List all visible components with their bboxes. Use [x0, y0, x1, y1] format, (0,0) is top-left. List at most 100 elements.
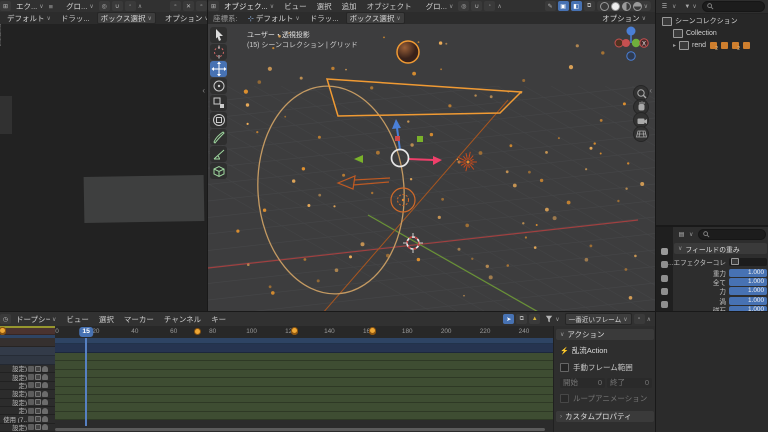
editor-divider[interactable] — [656, 225, 768, 227]
action-name[interactable]: 乱流Action — [572, 345, 608, 356]
outliner-item-label[interactable]: シーンコレクション — [675, 16, 738, 26]
manual-range-checkbox[interactable] — [560, 363, 569, 372]
viewport-menu-2[interactable]: 追加 — [337, 1, 362, 12]
keyframe[interactable] — [194, 328, 201, 335]
tool-drag-label[interactable]: ドラッ... — [305, 13, 344, 24]
errors-filter-icon[interactable]: ▲ — [529, 314, 540, 324]
wrench-icon[interactable] — [28, 424, 34, 430]
editor-divider[interactable] — [0, 311, 768, 312]
xray-icon[interactable]: ⧉ — [584, 1, 595, 11]
outliner-row[interactable]: シーンコレクション — [662, 15, 768, 27]
keyframe[interactable] — [369, 327, 376, 334]
proportional-edit-icon[interactable]: ◦ — [125, 1, 136, 11]
channel-name-fcurve[interactable]: 定) — [0, 407, 55, 415]
left-tool-drag[interactable]: ドラッ... — [56, 13, 95, 24]
properties-tab-scene[interactable] — [656, 298, 673, 311]
properties-tab-view-layer[interactable] — [656, 285, 673, 298]
horizontal-scrollbar[interactable] — [55, 428, 545, 431]
sphere-object[interactable] — [397, 41, 419, 63]
current-frame-badge[interactable]: 15 — [79, 327, 93, 337]
left-orientation-dropdown[interactable]: グロ...∨ — [63, 1, 97, 12]
viewport-menu-1[interactable]: 選択 — [312, 1, 337, 12]
only-selected-icon[interactable]: ➤ — [503, 314, 514, 324]
ghost-icon[interactable] — [42, 399, 48, 405]
left-mode-dropdown[interactable]: エク...∨ — [13, 1, 47, 12]
tool-add-cube[interactable] — [210, 163, 227, 179]
tool-fallback-dropdown[interactable]: ⊹デフォルト∨ — [245, 13, 303, 24]
channel-name-object[interactable] — [0, 347, 55, 356]
outliner-search-input[interactable] — [702, 1, 765, 12]
dopesheet-menu-3[interactable]: チャンネル — [159, 314, 206, 325]
ghost-icon[interactable] — [42, 424, 48, 430]
proportional-falloff-caret[interactable]: ∧ — [138, 3, 142, 10]
proportional-falloff-caret[interactable]: ∧ — [497, 3, 501, 10]
overlay-toggle-icon[interactable]: ◧ — [571, 1, 582, 11]
slider-力[interactable]: 1.000 — [729, 287, 767, 295]
properties-search-input[interactable] — [698, 229, 766, 240]
show-hidden-icon[interactable]: ⧉ — [516, 314, 527, 324]
channel-name-fcurve[interactable]: 設定) — [0, 399, 55, 407]
snap-magnet-icon[interactable]: ∪ — [112, 1, 123, 11]
proportional-icon[interactable]: ▫ — [634, 314, 645, 324]
data-block-icon[interactable] — [721, 42, 728, 49]
gizmo-toggle-icon[interactable]: ▣ — [558, 1, 569, 11]
ghost-icon[interactable] — [42, 366, 48, 372]
tool-scale[interactable] — [210, 95, 227, 111]
editor-type-icon[interactable]: ⊞ — [208, 1, 219, 11]
pivot-icon[interactable]: ◎ — [458, 1, 469, 11]
wrench-icon[interactable] — [28, 399, 34, 405]
dopesheet-menu-2[interactable]: マーカー — [119, 314, 159, 325]
check-icon[interactable] — [35, 399, 41, 405]
check-icon[interactable] — [35, 382, 41, 388]
filter-funnel-dropdown[interactable]: ∨ — [542, 315, 562, 323]
hamburger-icon[interactable]: ≡ — [49, 2, 53, 11]
shading-wireframe-icon[interactable] — [600, 2, 609, 11]
gizmo-toggle-icon[interactable]: ▫ — [170, 1, 181, 11]
options-dropdown[interactable]: オプション∨ — [599, 13, 649, 24]
annotate-visibility-icon[interactable]: ✎ — [545, 1, 556, 11]
tool-cursor[interactable] — [210, 44, 227, 60]
slider-重力[interactable]: 1.000 — [729, 269, 767, 277]
channel-name-action[interactable] — [0, 356, 55, 365]
tool-measure[interactable] — [210, 146, 227, 162]
slider-全て[interactable]: 1.000 — [729, 278, 767, 286]
filter-caret[interactable]: ∧ — [647, 316, 651, 323]
outliner-row[interactable]: Collection — [673, 27, 768, 39]
dopesheet-menu-4[interactable]: キー — [206, 314, 231, 325]
effector-collection-field[interactable] — [729, 258, 767, 266]
editor-type-icon[interactable]: ◷ — [0, 314, 11, 324]
end-frame-field[interactable]: 終了0 — [607, 378, 652, 388]
check-icon[interactable] — [35, 408, 41, 414]
dopesheet-menu-0[interactable]: ビュー — [61, 314, 94, 325]
expander-icon[interactable]: ▸ — [673, 42, 676, 49]
channel-name-fcurve[interactable]: 設定) — [0, 424, 55, 432]
wrench-icon[interactable] — [28, 366, 34, 372]
box-select-dropdown[interactable]: ボックス選択∨ — [346, 12, 405, 24]
tool-annotate[interactable] — [210, 129, 227, 145]
region-collapse-arrow[interactable]: ‹ — [202, 86, 205, 95]
editor-type-icon[interactable]: ⊞ — [0, 1, 11, 11]
outliner-item-label[interactable]: Collection — [686, 30, 717, 37]
slider-渦[interactable]: 1.000 — [729, 297, 767, 305]
loop-checkbox[interactable] — [560, 394, 569, 403]
dopesheet-menu-1[interactable]: 選択 — [94, 314, 119, 325]
snap-magnet-icon[interactable]: ∪ — [471, 1, 482, 11]
move-gizmo[interactable] — [354, 119, 442, 167]
wrench-icon[interactable] — [28, 416, 34, 422]
left-box-select-dropdown[interactable]: ボックス選択∨ — [97, 12, 156, 24]
wrench-icon[interactable] — [28, 382, 34, 388]
shading-rendered-icon[interactable] — [633, 2, 642, 11]
tool-rotate[interactable] — [210, 78, 227, 94]
tool-transform[interactable] — [210, 112, 227, 128]
check-icon[interactable] — [35, 416, 41, 422]
channel-name-fcurve[interactable]: 使用 (7.. — [0, 415, 55, 423]
outliner-row[interactable]: ▸rend22 — [673, 39, 768, 51]
playhead-line[interactable] — [85, 338, 87, 426]
orientation-dropdown[interactable]: グロ...∨ — [423, 1, 457, 12]
mode-dropdown[interactable]: オブジェク...∨ — [221, 1, 277, 12]
action-panel-header[interactable]: ∨アクション — [556, 329, 654, 340]
shading-material-icon[interactable] — [622, 2, 631, 11]
ghost-icon[interactable] — [42, 416, 48, 422]
editor-divider[interactable] — [207, 0, 208, 312]
snap-mode-dropdown[interactable]: 一番近いフレーム∨ — [565, 313, 632, 325]
